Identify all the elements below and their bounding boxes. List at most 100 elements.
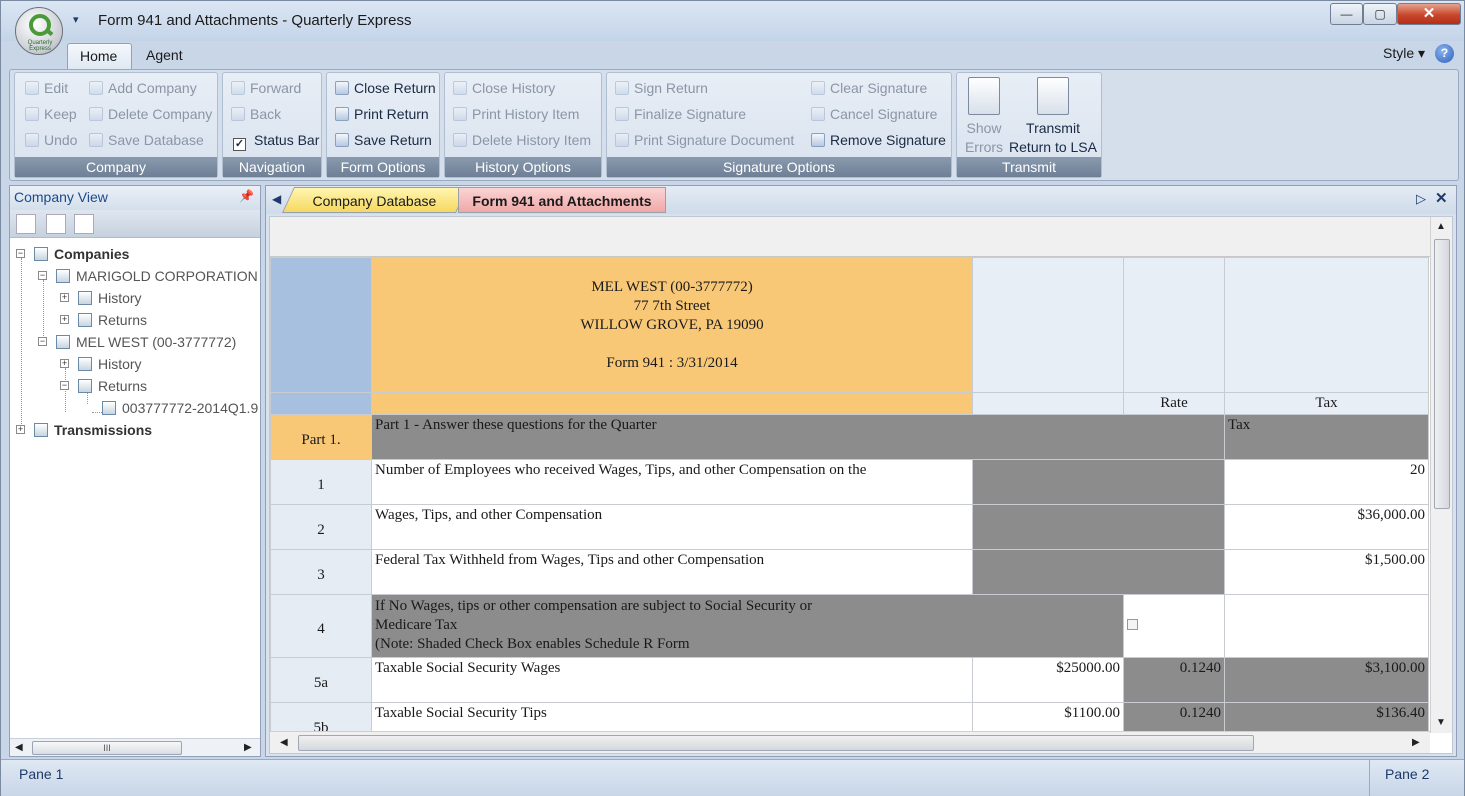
clear-signature-button[interactable]: Clear Signature [811, 77, 927, 99]
print-history-label: Print History Item [472, 106, 580, 122]
save-return-button[interactable]: Save Return [335, 129, 432, 151]
app-logo[interactable]: Quarterly Express [15, 7, 63, 55]
close-tab-icon[interactable]: ✕ [1435, 189, 1448, 207]
close-history-button[interactable]: Close History [453, 77, 555, 99]
delete-history-item-button[interactable]: Delete History Item [453, 129, 591, 151]
blank-tool-button[interactable] [16, 214, 36, 234]
tree-node-companies[interactable]: Companies [34, 243, 129, 265]
delete-company-button[interactable]: Delete Company [89, 103, 212, 125]
back-button[interactable]: Back [231, 103, 281, 125]
checklist-icon [968, 77, 1000, 115]
forward-button[interactable]: Forward [231, 77, 301, 99]
ribbon-tabs: Home Agent Style ▾ ? [1, 41, 1464, 69]
minimize-button[interactable]: — [1330, 3, 1363, 25]
collapse-icon[interactable]: − [60, 381, 69, 390]
app-window: Quarterly Express ▾ Form 941 and Attachm… [0, 0, 1465, 796]
tree-node-melwest-returns[interactable]: Returns [78, 375, 147, 397]
line-2-tax[interactable]: $36,000.00 [1224, 504, 1429, 550]
line-1-tax[interactable]: 20 [1224, 459, 1429, 505]
keep-button[interactable]: Keep [25, 103, 77, 125]
print-history-item-button[interactable]: Print History Item [453, 103, 579, 125]
expand-icon[interactable]: + [60, 293, 69, 302]
line-3-tax[interactable]: $1,500.00 [1224, 549, 1429, 595]
form-vertical-scrollbar[interactable]: ▲ ▼ [1430, 217, 1452, 733]
form-horizontal-scrollbar[interactable]: ◀ ▶ [270, 731, 1430, 753]
show-errors-button[interactable]: Show Errors [963, 77, 1005, 157]
print-return-button[interactable]: Print Return [335, 103, 429, 125]
line-description: Federal Tax Withheld from Wages, Tips an… [371, 549, 973, 595]
tab-nav-right-icon[interactable]: ▷ [1416, 191, 1426, 207]
scroll-right-icon[interactable]: ▶ [1412, 737, 1420, 748]
close-window-button[interactable]: ✕ [1397, 3, 1461, 25]
scroll-left-icon[interactable]: ◀ [15, 742, 23, 753]
pin-icon[interactable]: 📌 [239, 189, 254, 203]
tree-node-return-file[interactable]: 003777772-2014Q1.9 [102, 397, 258, 419]
transmit-return-button[interactable]: Transmit Return to LSA [1009, 77, 1097, 157]
form-period: Form 941 : 3/31/2014 [606, 354, 738, 371]
line-4-text-3: (Note: Shaded Check Box enables Schedule… [375, 636, 690, 652]
finalize-signature-label: Finalize Signature [634, 106, 747, 122]
edit-label: Edit [44, 80, 69, 96]
tab-home[interactable]: Home [67, 43, 132, 69]
part1-tax-header: Tax [1224, 414, 1429, 460]
tree-node-transmissions[interactable]: Transmissions [34, 419, 152, 441]
table-row: 3 Federal Tax Withheld from Wages, Tips … [270, 549, 1429, 595]
tab-form-941[interactable]: Form 941 and Attachments [458, 187, 666, 213]
sign-return-button[interactable]: Sign Return [615, 77, 708, 99]
quick-access-dropdown-icon[interactable]: ▾ [73, 13, 79, 26]
status-bar-checkbox[interactable]: ✓ [233, 138, 246, 151]
tree-node-marigold[interactable]: MARIGOLD CORPORATION [56, 265, 258, 287]
collapse-icon[interactable]: − [16, 249, 25, 258]
tree-label: MARIGOLD CORPORATION [76, 268, 258, 284]
scroll-down-icon[interactable]: ▼ [1436, 717, 1446, 728]
tree-node-melwest-history[interactable]: History [78, 353, 142, 375]
expand-icon[interactable]: + [60, 359, 69, 368]
add-company-tool-icon[interactable] [46, 214, 66, 234]
tree-node-melwest[interactable]: MEL WEST (00-3777772) [56, 331, 236, 353]
scroll-left-icon[interactable]: ◀ [280, 737, 288, 748]
style-dropdown[interactable]: Style ▾ [1383, 45, 1425, 62]
print-signature-document-button[interactable]: Print Signature Document [615, 129, 794, 151]
tree-node-marigold-history[interactable]: History [78, 287, 142, 309]
forward-label: Forward [250, 80, 302, 96]
add-company-button[interactable]: Add Company [89, 77, 197, 99]
horizontal-scroll-thumb[interactable] [298, 735, 1254, 751]
left-horizontal-scrollbar[interactable]: ◀ III ▶ [10, 738, 260, 756]
tab-company-database[interactable]: Company Database [281, 187, 469, 213]
tree-node-marigold-returns[interactable]: Returns [78, 309, 147, 331]
status-bar: Pane 1 Pane 2 [1, 759, 1464, 796]
collapse-icon[interactable]: − [38, 271, 47, 280]
tab-nav-left-icon[interactable]: ◀ [272, 192, 281, 206]
table-row: 4 If No Wages, tips or other compensatio… [270, 594, 1429, 658]
scroll-up-icon[interactable]: ▲ [1436, 221, 1446, 232]
schedule-r-checkbox[interactable] [1127, 618, 1138, 630]
line-4-tax[interactable] [1224, 594, 1429, 658]
close-return-button[interactable]: Close Return [335, 77, 436, 99]
delete-company-tool-icon[interactable] [74, 214, 94, 234]
tab-agent[interactable]: Agent [134, 43, 195, 69]
collapse-icon[interactable]: − [38, 337, 47, 346]
undo-button[interactable]: Undo [25, 129, 77, 151]
print-signature-label: Print Signature Document [634, 132, 795, 148]
header-cell [1123, 257, 1225, 393]
shaded-cell [972, 549, 1225, 595]
line-5a-amount[interactable]: $25000.00 [972, 657, 1124, 703]
returns-icon [78, 313, 92, 327]
expand-icon[interactable]: + [16, 425, 25, 434]
maximize-button[interactable]: ▢ [1363, 3, 1397, 25]
save-database-button[interactable]: Save Database [89, 129, 204, 151]
expand-icon[interactable]: + [60, 315, 69, 324]
edit-button[interactable]: Edit [25, 77, 68, 99]
title-bar: Quarterly Express ▾ Form 941 and Attachm… [1, 1, 1464, 55]
cancel-signature-button[interactable]: Cancel Signature [811, 103, 937, 125]
scroll-right-icon[interactable]: ▶ [244, 742, 252, 753]
form-grid: MEL WEST (00-3777772) 77 7th Street WILL… [270, 257, 1429, 748]
vertical-scroll-thumb[interactable] [1434, 239, 1450, 509]
scroll-thumb[interactable]: III [32, 741, 182, 755]
table-row: 5a Taxable Social Security Wages $25000.… [270, 657, 1429, 703]
remove-signature-button[interactable]: Remove Signature [811, 129, 946, 151]
save-database-icon [89, 133, 103, 147]
status-bar-toggle[interactable]: ✓ Status Bar [233, 129, 319, 151]
finalize-signature-button[interactable]: Finalize Signature [615, 103, 746, 125]
help-icon[interactable]: ? [1435, 44, 1454, 63]
